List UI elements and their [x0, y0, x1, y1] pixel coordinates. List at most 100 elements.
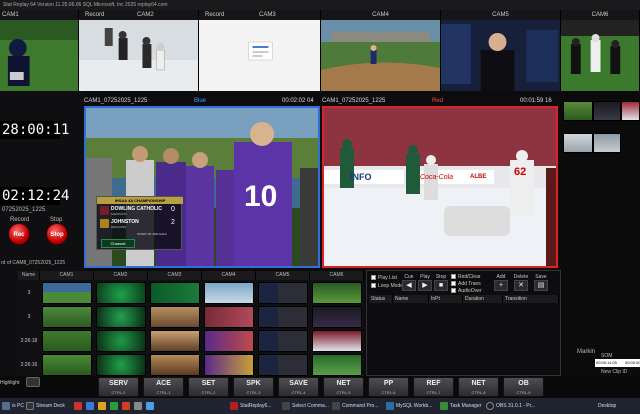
- clip-thumb[interactable]: [258, 282, 308, 304]
- clip-thumb[interactable]: [258, 306, 308, 328]
- record-clock: 02:12:24: [0, 187, 70, 205]
- col-name[interactable]: Name: [393, 295, 429, 303]
- col-status[interactable]: Status: [369, 295, 393, 303]
- clip-thumb[interactable]: [204, 306, 254, 328]
- loop-mode-option[interactable]: Loop Mode: [371, 283, 403, 289]
- highlight-icon[interactable]: [26, 377, 40, 387]
- record-button[interactable]: Rec: [8, 223, 30, 245]
- fkey-save[interactable]: SAVE CTRL-4: [278, 377, 319, 397]
- clip-thumb[interactable]: [42, 282, 92, 304]
- clip-thumb[interactable]: [204, 282, 254, 304]
- clip-thumb[interactable]: [312, 282, 362, 304]
- fkey-spk[interactable]: SPK CTRL-3: [233, 377, 274, 397]
- red-clear-option[interactable]: Red/Clear: [451, 274, 481, 280]
- fkey-ob[interactable]: OB CTRL-9: [503, 377, 544, 397]
- cam-thumb-cam3[interactable]: Record CAM3: [199, 10, 321, 91]
- taskbar-item[interactable]: Desktop: [598, 400, 616, 412]
- taskbar-app-icon[interactable]: [110, 400, 120, 412]
- stop-playlist-button[interactable]: Stop ■: [433, 274, 449, 291]
- taskbar-item[interactable]: OBS 31.0.1 - Pr...: [486, 400, 535, 412]
- timecode-in[interactable]: 00:00:11:05: [595, 359, 625, 367]
- cam-thumb-cam1[interactable]: CAM1: [0, 10, 79, 91]
- clip-thumb[interactable]: [96, 330, 146, 352]
- clip-thumb[interactable]: [96, 354, 146, 376]
- clip-thumb[interactable]: [258, 354, 308, 376]
- rink-ad-2: Coca-Cola: [420, 174, 454, 181]
- cam-thumb-cam2[interactable]: Record CAM2: [79, 10, 199, 91]
- taskbar-item[interactable]: MySQL Workb...: [386, 400, 432, 412]
- cue-button[interactable]: Cue ◀: [401, 274, 417, 291]
- right-thumb[interactable]: [593, 133, 621, 153]
- right-thumb[interactable]: [593, 101, 621, 121]
- col-duration[interactable]: Duration: [463, 295, 503, 303]
- taskbar-item[interactable]: Task Manager: [440, 400, 481, 412]
- right-thumb[interactable]: [563, 101, 593, 121]
- clip-thumb[interactable]: [42, 330, 92, 352]
- clip-thumb[interactable]: [96, 282, 146, 304]
- clip-thumb[interactable]: [42, 306, 92, 328]
- taskbar-item[interactable]: Command Pro...: [332, 400, 378, 412]
- stop-icon: ■: [434, 280, 448, 291]
- play-button[interactable]: Play ▶: [417, 274, 433, 291]
- clip-thumb[interactable]: [42, 354, 92, 376]
- scorebug-team2-sub: DRAGONS: [111, 225, 127, 229]
- clip-thumb[interactable]: [312, 354, 362, 376]
- fkey-ref[interactable]: REF CTRL-7: [413, 377, 454, 397]
- cam-thumb-cam6[interactable]: CAM6: [561, 10, 640, 91]
- clip-thumb[interactable]: [204, 354, 254, 376]
- taskbar-app-icon[interactable]: [122, 400, 132, 412]
- stop-button[interactable]: Stop: [46, 223, 68, 245]
- function-key-bar: [0, 376, 640, 398]
- playlist-option[interactable]: Play List: [371, 275, 397, 281]
- right-thumb[interactable]: [563, 133, 593, 153]
- save-button[interactable]: Save ▤: [533, 274, 549, 291]
- fkey-ace[interactable]: ACE CTRL-1: [143, 377, 184, 397]
- grid-header-cam2: CAM2: [94, 271, 148, 280]
- taskbar-app-icon[interactable]: [86, 400, 96, 412]
- cam-thumb-cam5[interactable]: CAM5: [441, 10, 561, 91]
- taskbar-item[interactable]: Stream Deck: [26, 400, 65, 412]
- taskbar-item[interactable]: StatReplay6...: [230, 400, 271, 412]
- add-button[interactable]: Add +: [493, 274, 509, 291]
- clip-thumb[interactable]: [150, 330, 200, 352]
- play-icon: ▶: [418, 280, 432, 291]
- taskbar-app-icon[interactable]: [98, 400, 108, 412]
- clip-thumb[interactable]: [150, 354, 200, 376]
- audio-over-option[interactable]: AudioOver: [451, 288, 482, 294]
- timecode-out[interactable]: 00:00:00: [625, 359, 640, 367]
- grid-row-label: 2:26:18: [20, 338, 38, 344]
- grid-header-cam1: CAM1: [40, 271, 94, 280]
- taskbar-app-icon[interactable]: [74, 400, 84, 412]
- clip-thumb[interactable]: [150, 306, 200, 328]
- fkey-net[interactable]: NET CTRL-5: [323, 377, 364, 397]
- clip-thumb[interactable]: [258, 330, 308, 352]
- scorebug-score2: 2: [171, 219, 175, 226]
- col-transition[interactable]: Transition: [503, 295, 559, 303]
- delete-button[interactable]: Delete ✕: [513, 274, 529, 291]
- preview-red[interactable]: INFO Coca-Cola ALBE 62: [322, 106, 558, 268]
- clip-thumb[interactable]: [312, 330, 362, 352]
- clip-thumb[interactable]: [150, 282, 200, 304]
- cam-thumb-cam4[interactable]: CAM4: [321, 10, 441, 91]
- game-clock: 28:00:11: [0, 121, 70, 139]
- app-icon: [110, 401, 118, 410]
- fkey-serv[interactable]: SERV CTRL-0: [98, 377, 139, 397]
- clip-thumb[interactable]: [312, 306, 362, 328]
- clip-thumb[interactable]: [96, 306, 146, 328]
- taskbar-app-icon[interactable]: [146, 400, 156, 412]
- add-trans-option[interactable]: Add Trans: [451, 281, 481, 287]
- clip-thumb[interactable]: [204, 330, 254, 352]
- taskbar-item[interactable]: is PC: [2, 400, 24, 412]
- fkey-net-2[interactable]: NET CTRL-8: [458, 377, 499, 397]
- preview-blue[interactable]: 10 IHSAA 4A CHAMPIONSHIP DOWLING CATHOLI…: [84, 106, 320, 268]
- fkey-set[interactable]: SET CTRL-2: [188, 377, 229, 397]
- grid-header-cam3: CAM3: [148, 271, 202, 280]
- taskbar-app-icon[interactable]: [134, 400, 144, 412]
- col-inpt[interactable]: InPt: [429, 295, 463, 303]
- grid-header-name: Name: [18, 271, 40, 280]
- right-thumb[interactable]: [621, 101, 640, 121]
- fkey-pp[interactable]: PP CTRL-6: [368, 377, 409, 397]
- highlight-label: Highlight: [0, 380, 20, 386]
- terminal-icon: [282, 401, 290, 410]
- taskbar-item[interactable]: Select Comma...: [282, 400, 329, 412]
